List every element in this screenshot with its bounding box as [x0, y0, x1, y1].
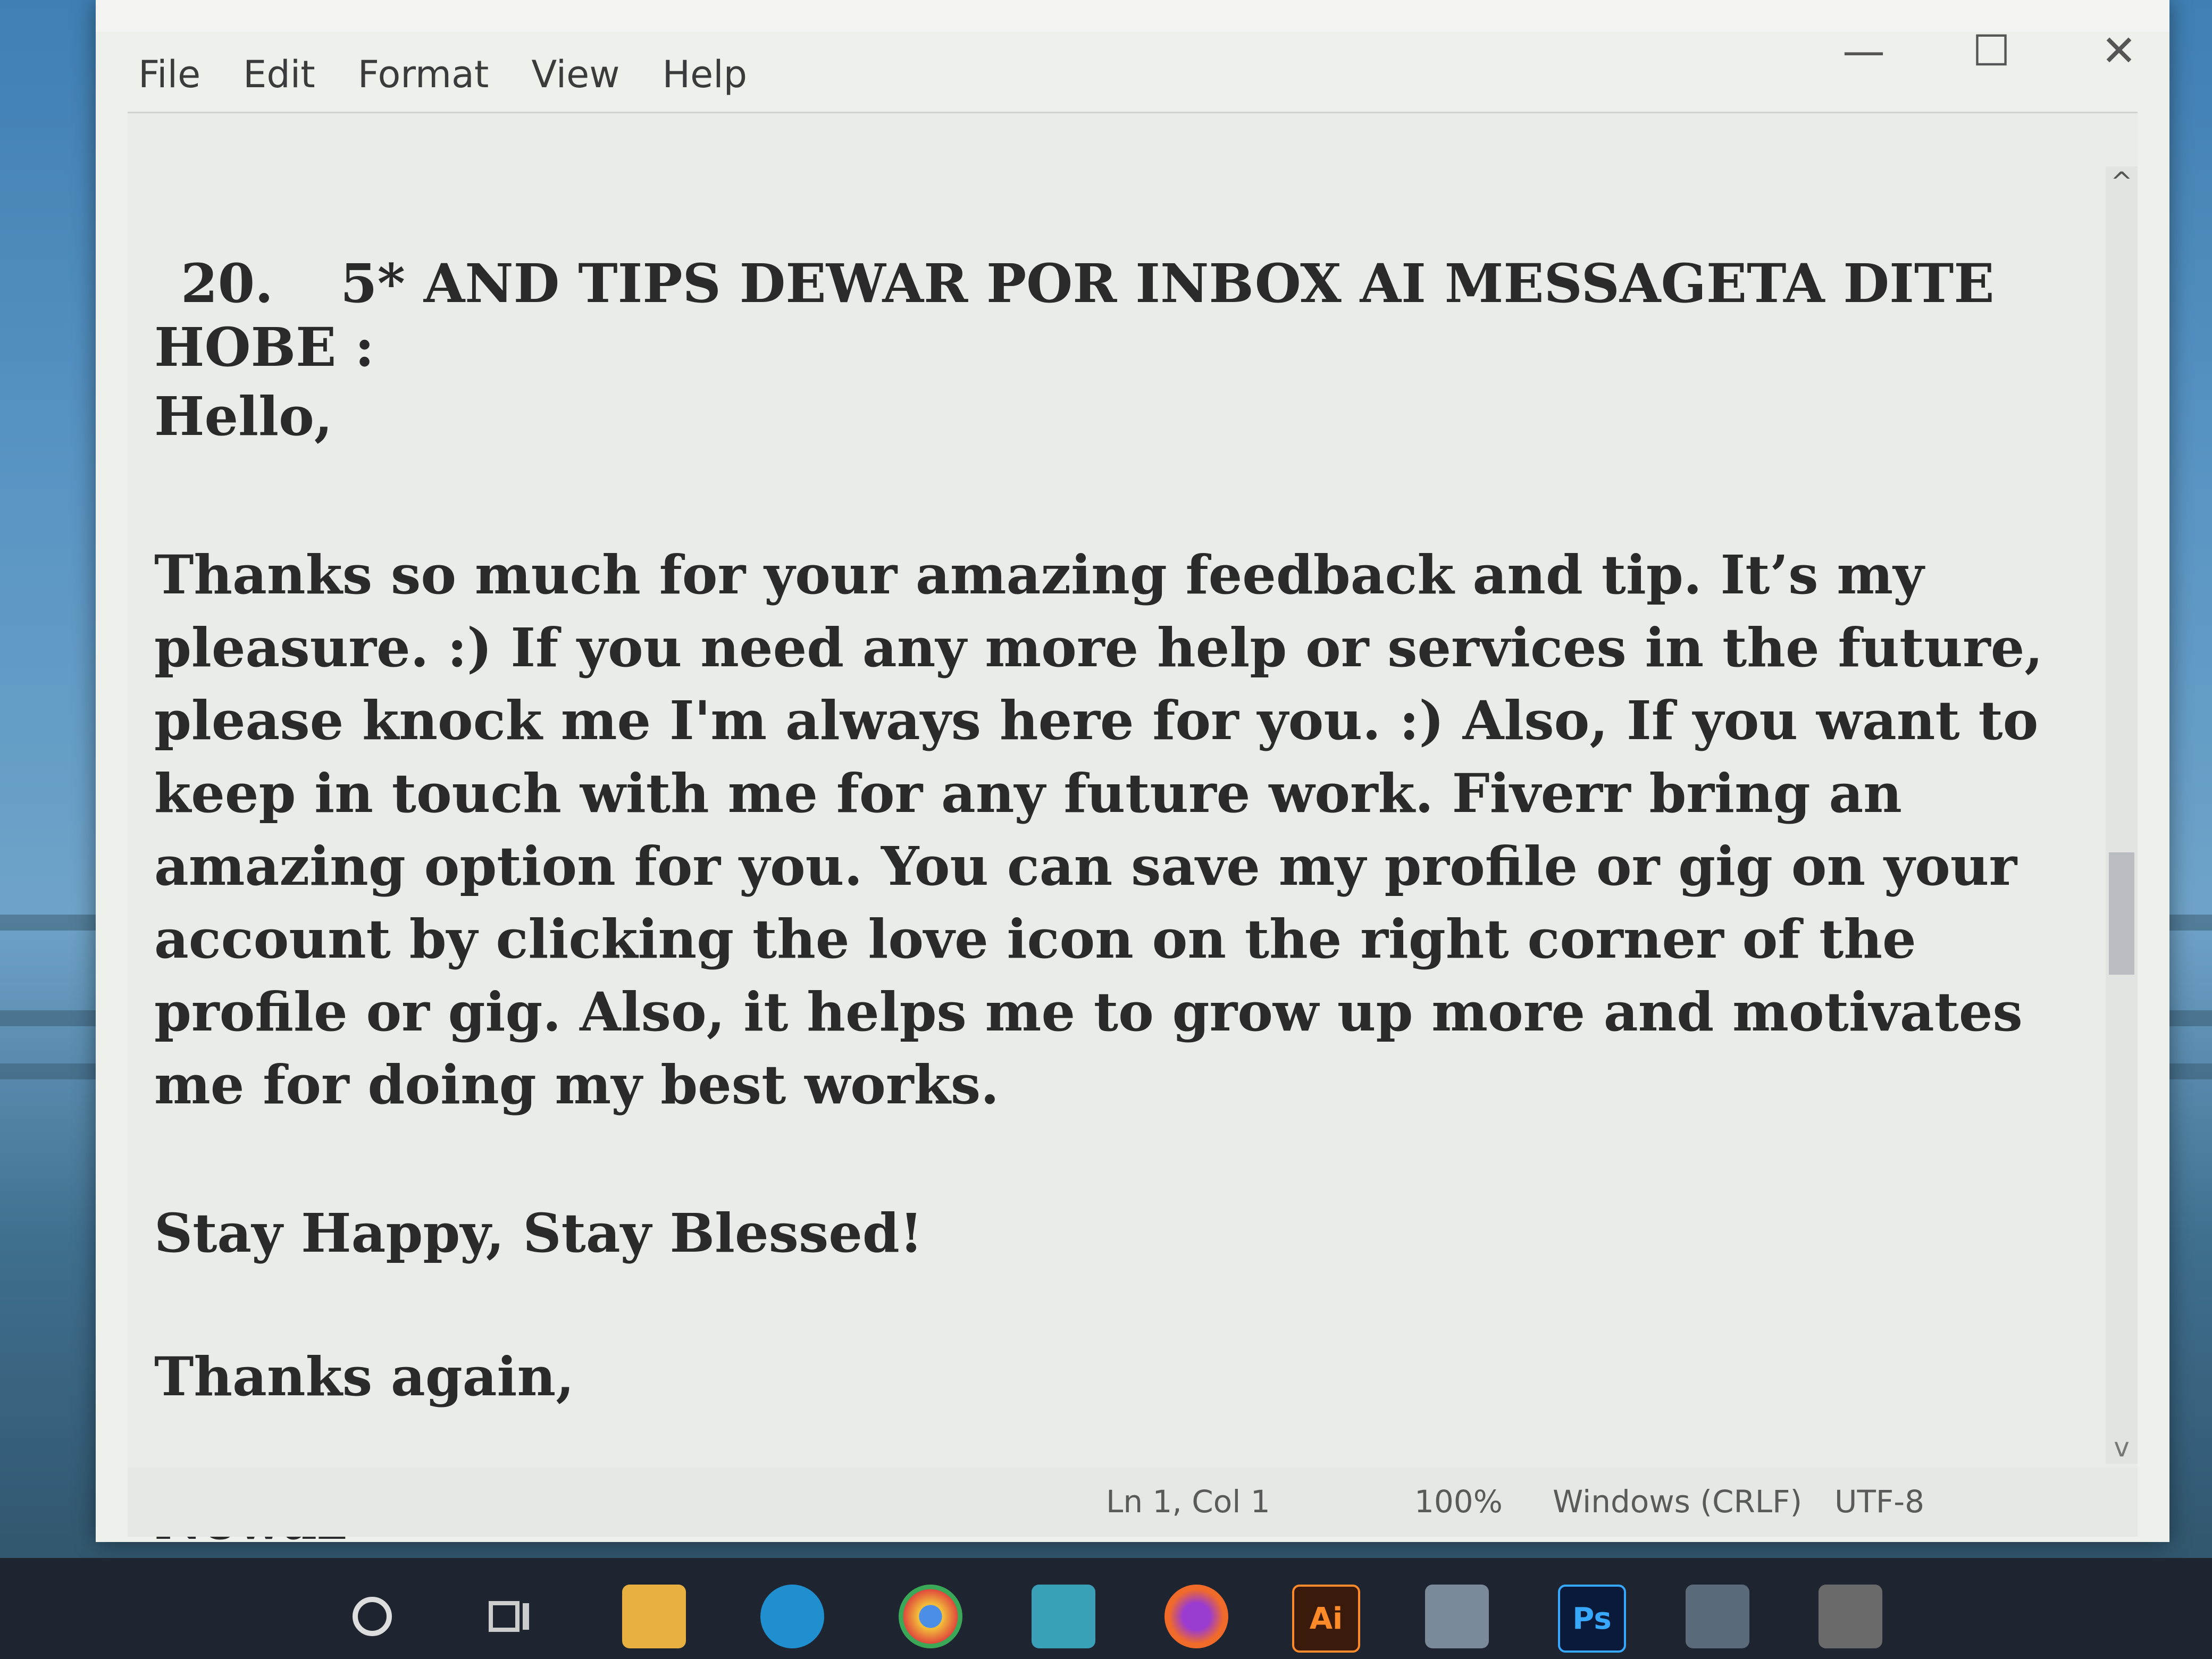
- illustrator-icon[interactable]: Ai: [1292, 1585, 1360, 1653]
- menu-help[interactable]: Help: [641, 40, 769, 109]
- thanks-line: Thanks again,: [154, 1345, 575, 1408]
- store-icon[interactable]: [1425, 1585, 1489, 1648]
- scroll-down-icon[interactable]: v: [2106, 1432, 2138, 1464]
- heading-number: 20.: [181, 252, 273, 315]
- search-icon[interactable]: [340, 1585, 404, 1648]
- cursor-position: Ln 1, Col 1: [1106, 1484, 1270, 1520]
- scroll-thumb[interactable]: [2109, 852, 2134, 975]
- maximize-button[interactable]: ☐: [1962, 21, 2021, 80]
- line-endings: Windows (CRLF): [1553, 1484, 1803, 1520]
- heading-text: 5* AND TIPS DEWAR POR INBOX AI MESSAGETA…: [154, 252, 1995, 379]
- illustrator-label: Ai: [1309, 1601, 1343, 1636]
- menu-file[interactable]: File: [117, 40, 222, 109]
- photoshop-icon[interactable]: Ps: [1558, 1585, 1626, 1653]
- text-editor[interactable]: 20. 5* AND TIPS DEWAR POR INBOX AI MESSAG…: [128, 112, 2138, 1552]
- vertical-scrollbar[interactable]: ^ v: [2106, 166, 2138, 1464]
- file-explorer-icon[interactable]: [622, 1585, 686, 1648]
- mail-icon[interactable]: [1032, 1585, 1095, 1648]
- menu-view[interactable]: View: [510, 40, 641, 109]
- document-content: 20. 5* AND TIPS DEWAR POR INBOX AI MESSAG…: [154, 252, 2068, 1552]
- task-view-icon[interactable]: [479, 1585, 542, 1648]
- menu-edit[interactable]: Edit: [222, 40, 337, 109]
- closing-line: Stay Happy, Stay Blessed!: [154, 1202, 923, 1264]
- edge-icon[interactable]: [760, 1585, 824, 1648]
- window-controls: — ☐ ✕: [1834, 21, 2148, 80]
- minimize-button[interactable]: —: [1834, 21, 1893, 80]
- app-icon[interactable]: [1819, 1585, 1882, 1648]
- status-bar: Ln 1, Col 1 100% Windows (CRLF) UTF-8: [128, 1468, 2138, 1537]
- body-paragraph: Thanks so much for your amazing feedback…: [154, 543, 2043, 1116]
- encoding: UTF-8: [1834, 1484, 1925, 1520]
- app-icon[interactable]: [1686, 1585, 1749, 1648]
- menu-format[interactable]: Format: [337, 40, 510, 109]
- heading-line: 20. 5* AND TIPS DEWAR POR INBOX AI MESSAG…: [154, 252, 2068, 379]
- firefox-icon[interactable]: [1164, 1585, 1228, 1648]
- greeting: Hello,: [154, 385, 333, 448]
- zoom-level: 100%: [1414, 1484, 1503, 1520]
- scroll-up-icon[interactable]: ^: [2106, 166, 2138, 198]
- photoshop-label: Ps: [1572, 1601, 1612, 1636]
- menu-bar: File Edit Format View Help: [117, 40, 768, 109]
- taskbar: Ai Ps: [0, 1558, 2212, 1659]
- close-button[interactable]: ✕: [2090, 21, 2148, 80]
- chrome-icon[interactable]: [899, 1585, 962, 1648]
- notepad-window: — ☐ ✕ File Edit Format View Help 20. 5* A…: [96, 0, 2169, 1552]
